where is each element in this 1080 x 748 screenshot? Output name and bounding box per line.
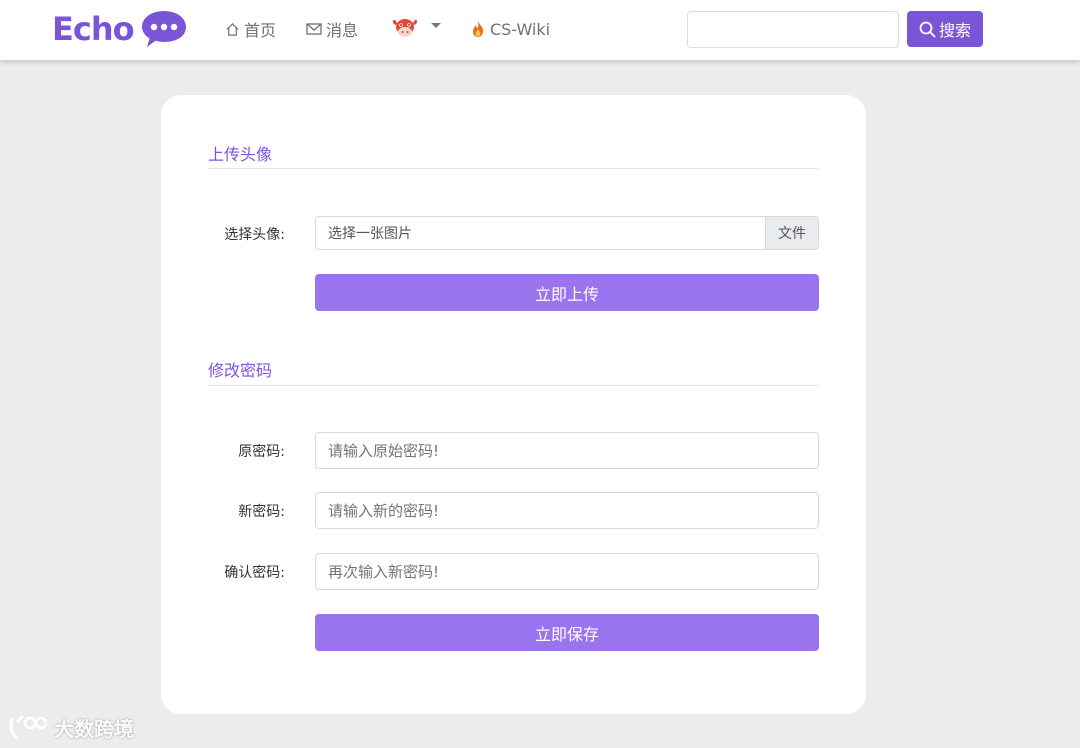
confirm-password-label: 确认密码: bbox=[224, 565, 285, 581]
nav-messages-link[interactable]: 消息 bbox=[306, 18, 358, 40]
old-password-label: 原密码: bbox=[238, 444, 285, 460]
search-icon bbox=[919, 21, 936, 37]
nav-home-label: 首页 bbox=[244, 21, 277, 40]
search-button[interactable]: 搜索 bbox=[907, 11, 983, 47]
save-password-button[interactable]: 立即保存 bbox=[315, 614, 819, 651]
brand-name: Echo bbox=[52, 10, 135, 48]
watermark: 大数跨境 bbox=[8, 712, 134, 742]
nav-messages-label: 消息 bbox=[326, 21, 359, 40]
confirm-password-placeholder: 再次输入新密码! bbox=[328, 563, 440, 581]
avatar-file-input[interactable]: 选择一张图片 文件 bbox=[315, 216, 819, 250]
old-password-input[interactable]: 请输入原始密码! bbox=[315, 432, 819, 469]
old-password-placeholder: 请输入原始密码! bbox=[328, 442, 440, 460]
upload-button[interactable]: 立即上传 bbox=[315, 274, 819, 311]
password-section-title: 修改密码 bbox=[208, 361, 273, 380]
new-password-label: 新密码: bbox=[238, 504, 285, 520]
avatar-section-title: 上传头像 bbox=[208, 145, 273, 164]
user-menu-dropdown[interactable] bbox=[392, 16, 441, 38]
nav-home-link[interactable]: 首页 bbox=[225, 18, 276, 40]
watermark-text: 大数跨境 bbox=[54, 716, 134, 741]
confirm-password-input[interactable]: 再次输入新密码! bbox=[315, 553, 819, 590]
section-divider bbox=[208, 385, 818, 386]
search-button-label: 搜索 bbox=[938, 21, 971, 40]
cow-avatar-icon bbox=[392, 19, 418, 37]
nav-wiki-label: CS-Wiki bbox=[490, 19, 551, 39]
fire-icon bbox=[473, 21, 483, 37]
section-divider bbox=[208, 168, 818, 169]
file-placeholder: 选择一张图片 bbox=[328, 226, 412, 242]
browse-file-button[interactable]: 文件 bbox=[765, 217, 818, 249]
avatar-field-label: 选择头像: bbox=[224, 227, 285, 243]
chevron-down-icon bbox=[431, 22, 441, 28]
brand-logo[interactable]: Echo bbox=[52, 9, 188, 49]
top-navbar: Echo 首页 消息 CS-Wiki 搜索 bbox=[0, 0, 1080, 60]
watermark-logo-icon bbox=[9, 715, 48, 739]
search-input[interactable] bbox=[687, 11, 899, 48]
new-password-input[interactable]: 请输入新的密码! bbox=[315, 492, 819, 529]
chat-bubble-icon bbox=[141, 11, 186, 47]
home-icon bbox=[226, 22, 239, 36]
settings-card: 上传头像 选择头像: 选择一张图片 文件 立即上传 修改密码 原密码: 请输入原… bbox=[161, 95, 866, 714]
new-password-placeholder: 请输入新的密码! bbox=[328, 502, 440, 520]
nav-wiki-link[interactable]: CS-Wiki bbox=[470, 18, 550, 40]
envelope-icon bbox=[306, 23, 322, 35]
